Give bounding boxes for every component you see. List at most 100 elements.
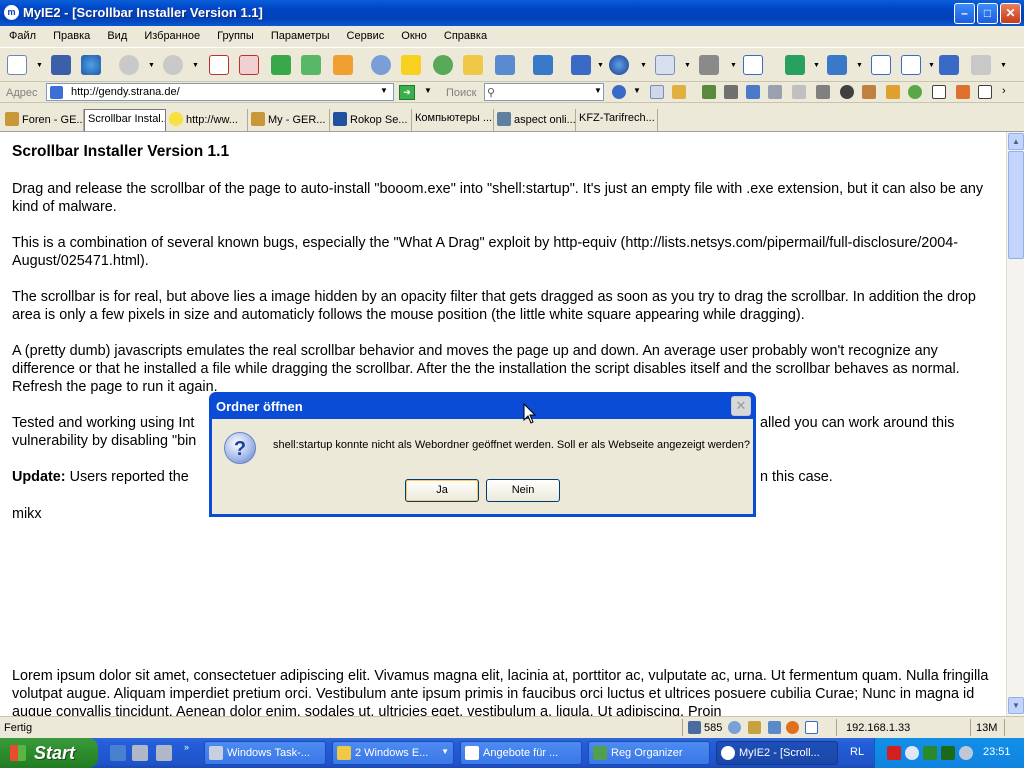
- chevron-down-icon[interactable]: ▼: [633, 86, 641, 95]
- search-input[interactable]: [484, 83, 604, 101]
- trash-icon[interactable]: [688, 721, 701, 734]
- settings-button[interactable]: [968, 52, 994, 78]
- favorites-button[interactable]: [398, 52, 424, 78]
- menu-tools[interactable]: Сервис: [347, 26, 385, 42]
- mask-icon[interactable]: [724, 85, 738, 99]
- folder-button[interactable]: [460, 52, 486, 78]
- chevron-right-icon[interactable]: »: [184, 742, 189, 752]
- refresh-all-button[interactable]: [298, 52, 324, 78]
- edit-icon[interactable]: [792, 85, 806, 99]
- notes-button[interactable]: [492, 52, 518, 78]
- tab-my-ger[interactable]: My - GER...: [248, 109, 330, 131]
- chevron-down-icon[interactable]: ▼: [192, 62, 199, 69]
- chevron-down-icon[interactable]: ▼: [36, 62, 43, 69]
- tab-kfz[interactable]: KFZ-Tarifrech...: [576, 109, 658, 131]
- page-icon[interactable]: [650, 85, 664, 99]
- network-button[interactable]: [78, 52, 104, 78]
- address-input[interactable]: [46, 83, 394, 101]
- resize-icon[interactable]: [805, 721, 818, 734]
- copy-icon[interactable]: [746, 85, 760, 99]
- menu-options[interactable]: Параметры: [271, 26, 330, 42]
- menu-edit[interactable]: Правка: [53, 26, 90, 42]
- task-windows-task-manager[interactable]: Windows Task-...: [204, 741, 326, 765]
- monitor-icon[interactable]: [941, 746, 955, 760]
- plugin-icon[interactable]: [702, 85, 716, 99]
- no-button[interactable]: Nein: [486, 479, 560, 502]
- chevron-down-icon[interactable]: ▼: [380, 86, 388, 95]
- save-button[interactable]: [48, 52, 74, 78]
- chevron-down-icon[interactable]: ▼: [684, 62, 691, 69]
- refresh-button[interactable]: [268, 52, 294, 78]
- minimize-button[interactable]: –: [954, 3, 975, 24]
- compass-icon[interactable]: [840, 85, 854, 99]
- tab-computers[interactable]: Компьютеры ...: [412, 109, 494, 131]
- vertical-scrollbar[interactable]: ▲ ▼: [1006, 132, 1024, 716]
- forward-button[interactable]: [160, 52, 186, 78]
- back-button[interactable]: [116, 52, 142, 78]
- task-windows-explorer[interactable]: 2 Windows E... ▼: [332, 741, 454, 765]
- menu-groups[interactable]: Группы: [217, 26, 254, 42]
- tab-scrollbar-installer[interactable]: Scrollbar Instal...: [84, 109, 166, 131]
- quicklaunch-icon[interactable]: [156, 745, 172, 761]
- yes-button[interactable]: Ja: [405, 479, 479, 502]
- chevron-down-icon[interactable]: ▼: [597, 62, 604, 69]
- chevron-down-icon[interactable]: ▼: [730, 62, 737, 69]
- network-icon[interactable]: [923, 746, 937, 760]
- encoding-button[interactable]: [568, 52, 594, 78]
- menu-view[interactable]: Вид: [107, 26, 127, 42]
- scrollbar-thumb[interactable]: [1008, 151, 1024, 259]
- download-button[interactable]: [782, 52, 808, 78]
- refresh-icon[interactable]: [728, 721, 741, 734]
- menu-file[interactable]: Файл: [9, 26, 36, 42]
- paste-icon[interactable]: [768, 85, 782, 99]
- brush-icon[interactable]: [748, 721, 761, 734]
- highlight-icon[interactable]: [672, 85, 686, 99]
- tools-icon[interactable]: [816, 85, 830, 99]
- scroll-up-button[interactable]: ▲: [1008, 133, 1024, 150]
- globe-icon[interactable]: [612, 85, 626, 99]
- app-icon[interactable]: [905, 746, 919, 760]
- chevron-down-icon[interactable]: ▼: [640, 62, 647, 69]
- chevron-down-icon[interactable]: ▼: [928, 62, 935, 69]
- language-indicator[interactable]: RL: [850, 746, 864, 758]
- sort-icon[interactable]: [886, 85, 900, 99]
- stop-all-button[interactable]: [236, 52, 262, 78]
- stop-button[interactable]: [206, 52, 232, 78]
- refresh-icon[interactable]: [908, 85, 922, 99]
- search-button[interactable]: [368, 52, 394, 78]
- fullscreen-button[interactable]: [740, 52, 766, 78]
- chevron-down-icon[interactable]: ▼: [594, 86, 602, 95]
- speaker-icon[interactable]: [959, 746, 973, 760]
- history-button[interactable]: [430, 52, 456, 78]
- quicklaunch-icon[interactable]: [132, 745, 148, 761]
- new-window-button[interactable]: [4, 52, 30, 78]
- menu-window[interactable]: Окно: [401, 26, 427, 42]
- task-angebote[interactable]: Angebote für ...: [460, 741, 582, 765]
- quicklaunch-icon[interactable]: [110, 745, 126, 761]
- tab-aspect-online[interactable]: aspect onli...: [494, 109, 576, 131]
- maximize-button[interactable]: □: [977, 3, 998, 24]
- chevron-down-icon[interactable]: ▼: [856, 62, 863, 69]
- undo-close-button[interactable]: [824, 52, 850, 78]
- layout-button[interactable]: [898, 52, 924, 78]
- antivirus-icon[interactable]: [887, 746, 901, 760]
- menu-help[interactable]: Справка: [444, 26, 487, 42]
- font-button[interactable]: [530, 52, 556, 78]
- cleanup-button[interactable]: [696, 52, 722, 78]
- menu-favorites[interactable]: Избранное: [144, 26, 200, 42]
- bar-button[interactable]: [868, 52, 894, 78]
- chevron-down-icon[interactable]: ▼: [424, 86, 432, 95]
- start-button[interactable]: Start: [0, 738, 98, 768]
- edit-button[interactable]: [936, 52, 962, 78]
- chevron-down-icon[interactable]: ▼: [1000, 62, 1007, 69]
- task-reg-organizer[interactable]: Reg Organizer: [588, 741, 710, 765]
- tab-foren[interactable]: Foren - GE...: [2, 109, 84, 131]
- scroll-down-button[interactable]: ▼: [1008, 697, 1024, 714]
- go-button[interactable]: ➜: [399, 85, 415, 100]
- mail-button[interactable]: [652, 52, 678, 78]
- brush-icon[interactable]: [862, 85, 876, 99]
- tab-rokop[interactable]: Rokop Se...: [330, 109, 412, 131]
- close-button[interactable]: ✕: [1000, 3, 1021, 24]
- tab-http[interactable]: http://ww...: [166, 109, 248, 131]
- filter-icon[interactable]: [956, 85, 970, 99]
